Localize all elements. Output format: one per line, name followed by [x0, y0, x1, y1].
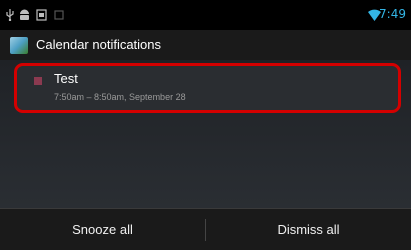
android-debug-icon — [20, 9, 29, 20]
action-bar: Snooze all Dismiss all — [0, 208, 411, 250]
usb-icon — [6, 9, 14, 21]
snooze-all-button[interactable]: Snooze all — [0, 209, 205, 250]
status-clock: 7:49 — [379, 7, 406, 21]
status-bar: 7:49 — [0, 0, 411, 30]
app-title-bar: Calendar notifications — [0, 30, 411, 60]
event-time: 7:50am – 8:50am, September 28 — [54, 92, 186, 102]
calendar-app-icon — [10, 37, 28, 54]
event-title: Test — [54, 71, 78, 86]
screenshot-icon — [36, 9, 47, 21]
page-title: Calendar notifications — [36, 37, 162, 52]
notification-item[interactable]: Test 7:50am – 8:50am, September 28 — [14, 63, 401, 113]
dismiss-all-button[interactable]: Dismiss all — [206, 209, 411, 250]
notification-icon — [54, 10, 64, 20]
calendar-color-swatch — [34, 77, 42, 85]
